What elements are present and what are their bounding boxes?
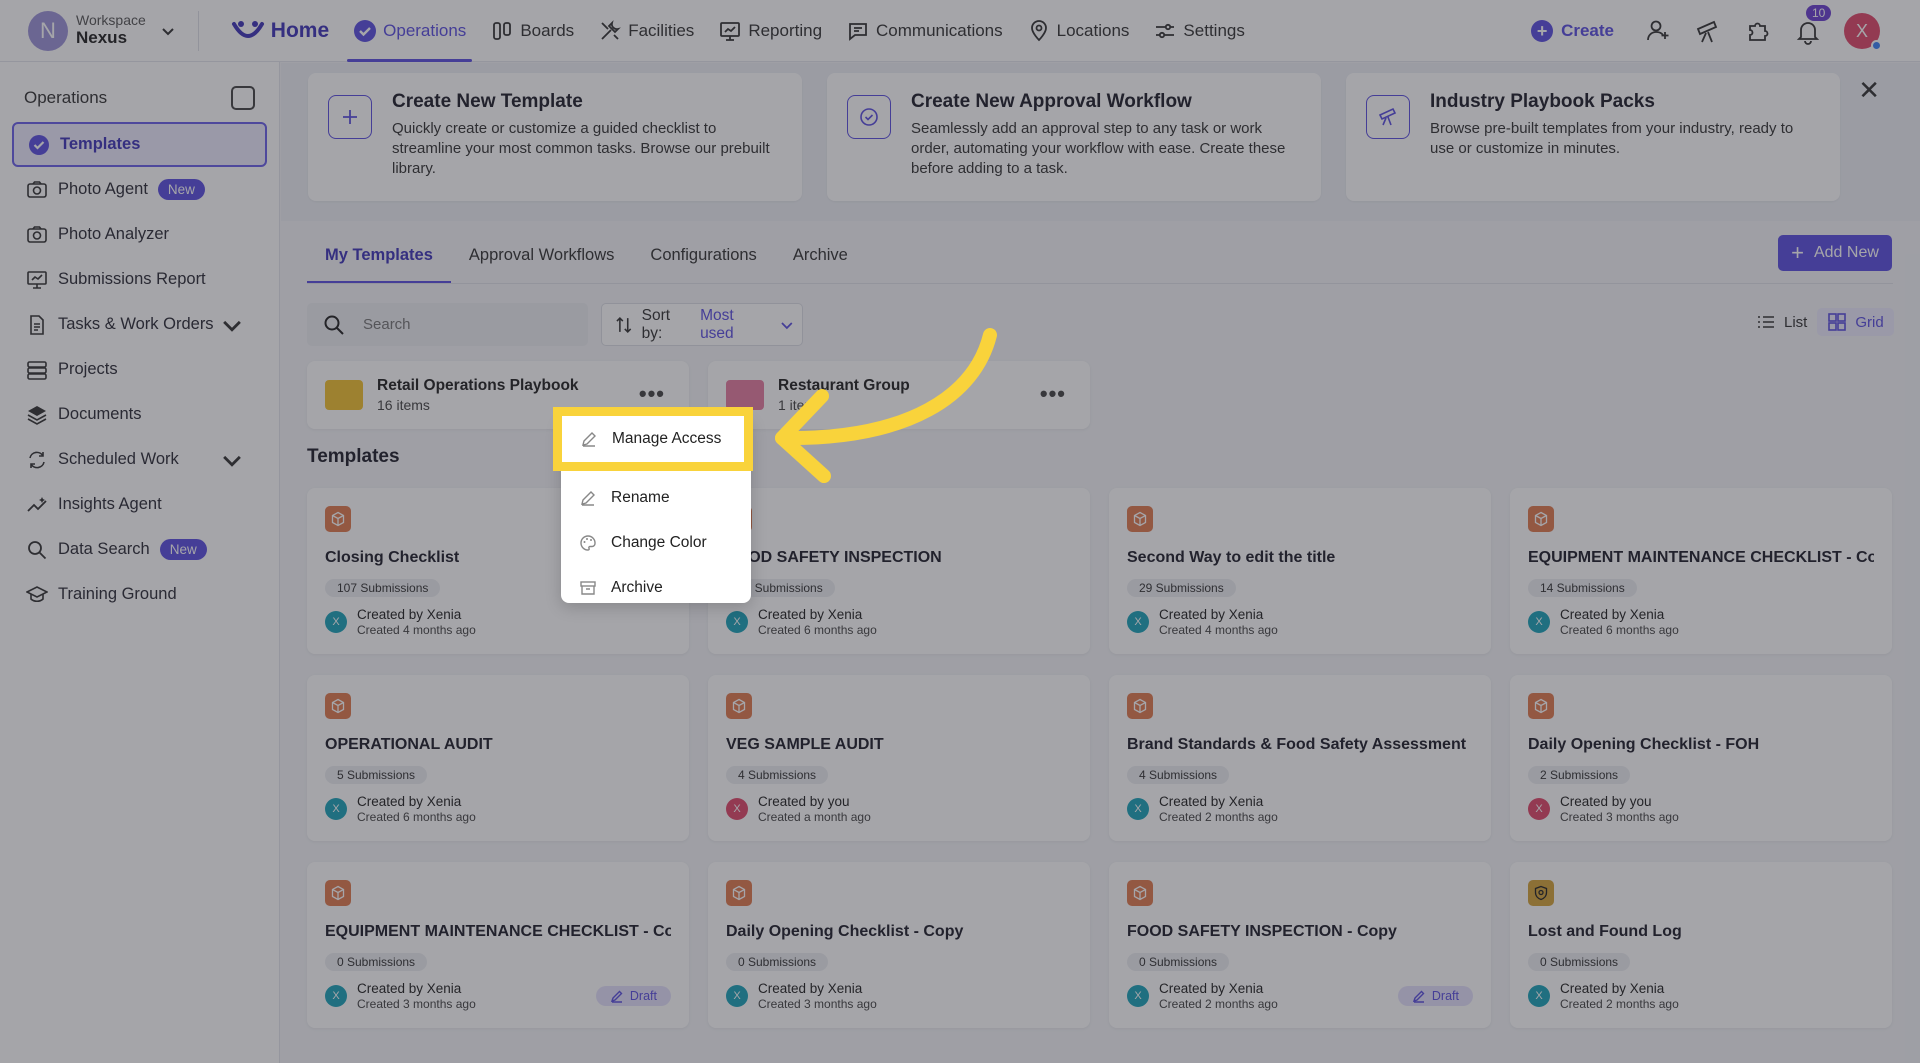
menu-item-label: Rename [611, 488, 670, 506]
annotation-arrow [775, 328, 997, 483]
pencil-icon [581, 490, 595, 506]
pencil-icon [582, 432, 596, 447]
menu-item-archive[interactable]: Archive [561, 565, 751, 610]
menu-item-manage-access[interactable]: Manage Access [553, 407, 753, 471]
palette-icon [580, 534, 596, 551]
menu-item-rename[interactable]: Rename [561, 475, 751, 520]
dim-overlay [0, 0, 1920, 1063]
menu-item-label: Archive [611, 578, 663, 596]
menu-item-label: Manage Access [612, 430, 722, 447]
menu-item-change-color[interactable]: Change Color [561, 520, 751, 565]
archive-icon [580, 580, 596, 595]
menu-item-label: Change Color [611, 533, 707, 551]
